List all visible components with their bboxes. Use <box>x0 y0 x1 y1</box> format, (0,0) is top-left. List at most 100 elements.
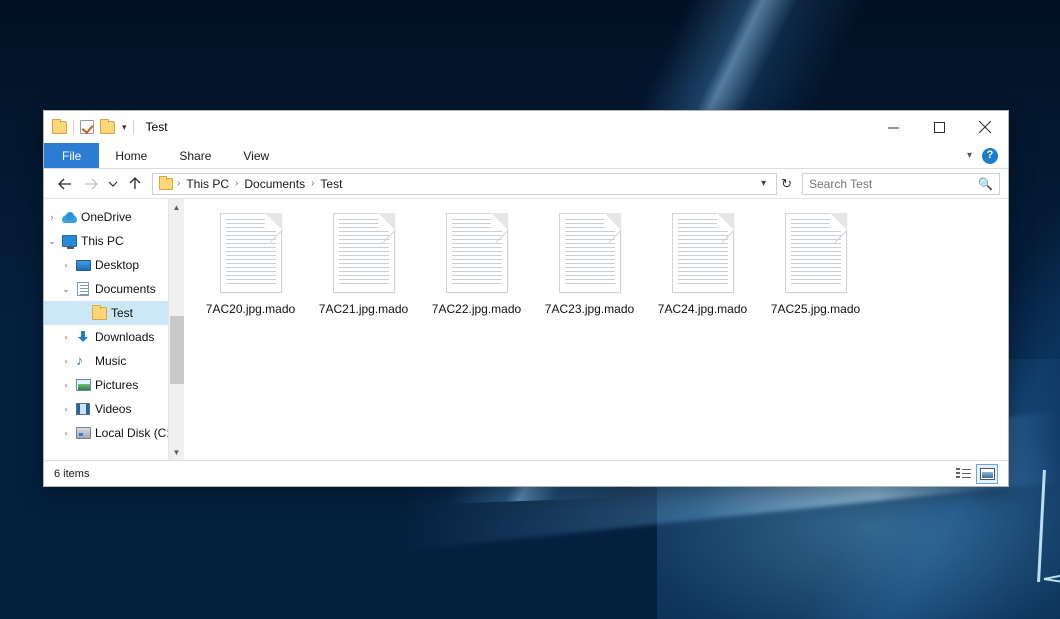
search-icon[interactable]: 🔍 <box>978 177 993 191</box>
file-item[interactable]: 7AC25.jpg.mado <box>759 209 872 333</box>
scrollbar-thumb[interactable] <box>170 316 184 385</box>
documents-icon <box>74 282 92 296</box>
sidebar-item-label: This PC <box>78 234 124 248</box>
videos-icon <box>74 403 92 415</box>
file-name-label: 7AC20.jpg.mado <box>206 302 295 316</box>
sidebar-scrollbar[interactable]: ▲ ▼ <box>168 199 184 460</box>
tab-share[interactable]: Share <box>163 143 227 168</box>
music-icon: ♪ <box>74 354 92 368</box>
disk-icon <box>74 427 92 439</box>
help-icon[interactable]: ? <box>982 148 998 164</box>
new-folder-icon[interactable] <box>100 121 115 134</box>
breadcrumb-separator: › <box>234 178 239 189</box>
sidebar-item-videos[interactable]: › Videos <box>44 397 184 421</box>
sidebar-item-desktop[interactable]: › Desktop <box>44 253 184 277</box>
sidebar-item-music[interactable]: › ♪ Music <box>44 349 184 373</box>
chevron-right-icon[interactable]: › <box>58 380 74 390</box>
file-name-label: 7AC25.jpg.mado <box>771 302 860 316</box>
sidebar-item-label: Videos <box>92 402 131 416</box>
folder-icon[interactable] <box>52 121 67 134</box>
downloads-icon <box>74 330 92 344</box>
explorer-body: › OneDrive ⌄ This PC › Desktop ⌄ <box>44 199 1008 460</box>
chevron-down-icon[interactable]: ▾ <box>122 123 127 132</box>
divider <box>73 120 74 134</box>
desktop: ▾ Test File Home Share View <box>0 0 1060 619</box>
file-item[interactable]: 7AC20.jpg.mado <box>194 209 307 333</box>
chevron-right-icon[interactable]: › <box>58 332 74 342</box>
file-item[interactable]: 7AC24.jpg.mado <box>646 209 759 333</box>
chevron-right-icon[interactable]: › <box>58 356 74 366</box>
breadcrumb-this-pc[interactable]: This PC <box>184 177 231 191</box>
file-name-label: 7AC23.jpg.mado <box>545 302 634 316</box>
folder-icon <box>90 307 108 320</box>
ribbon-spacer <box>285 143 967 168</box>
sidebar-item-local-disk[interactable]: › Local Disk (C:) <box>44 421 184 445</box>
minimize-icon[interactable] <box>870 111 916 143</box>
sidebar-item-label: Local Disk (C:) <box>92 426 174 440</box>
divider <box>133 120 134 134</box>
breadcrumb-separator: › <box>176 178 181 189</box>
file-explorer-window: ▾ Test File Home Share View <box>43 110 1009 487</box>
breadcrumb-test[interactable]: Test <box>318 177 344 191</box>
chevron-down-icon[interactable]: ▾ <box>757 178 770 189</box>
chevron-up-icon[interactable]: ▲ <box>169 199 185 215</box>
address-bar-row: › This PC › Documents › Test ▾ ↻ 🔍 <box>44 169 1008 199</box>
file-item[interactable]: 7AC21.jpg.mado <box>307 209 420 333</box>
window-controls <box>870 111 1008 143</box>
breadcrumb-separator: › <box>310 178 315 189</box>
address-bar[interactable]: › This PC › Documents › Test ▾ <box>152 173 777 195</box>
back-button[interactable] <box>52 172 78 196</box>
large-icons-view-button[interactable] <box>976 464 998 484</box>
refresh-icon[interactable]: ↻ <box>777 176 796 192</box>
chevron-right-icon[interactable]: › <box>58 428 74 438</box>
file-name-label: 7AC24.jpg.mado <box>658 302 747 316</box>
up-button[interactable] <box>122 172 148 196</box>
chevron-right-icon[interactable]: › <box>44 212 60 222</box>
forward-button[interactable] <box>78 172 104 196</box>
chevron-right-icon[interactable]: › <box>58 260 74 270</box>
chevron-down-icon[interactable]: ⌄ <box>44 236 60 247</box>
title-bar: ▾ Test <box>44 111 1008 143</box>
sidebar-item-label: Desktop <box>92 258 139 272</box>
window-title: Test <box>146 120 168 134</box>
navigation-pane: › OneDrive ⌄ This PC › Desktop ⌄ <box>44 199 184 460</box>
file-item[interactable]: 7AC22.jpg.mado <box>420 209 533 333</box>
scrollbar-track[interactable] <box>169 215 185 444</box>
sidebar-item-downloads[interactable]: › Downloads <box>44 325 184 349</box>
checkbox-check-icon[interactable] <box>80 120 94 134</box>
windows-logo-icon <box>960 470 1060 619</box>
close-icon[interactable] <box>962 111 1008 143</box>
sidebar-item-label: Test <box>108 306 133 320</box>
ribbon-tabs: File Home Share View ▾ ? <box>44 143 1008 169</box>
tab-home[interactable]: Home <box>99 143 163 168</box>
ribbon-right-controls: ▾ ? <box>967 143 1008 168</box>
details-view-button[interactable] <box>952 464 974 484</box>
sidebar-item-onedrive[interactable]: › OneDrive <box>44 205 184 229</box>
sidebar-item-test[interactable]: Test <box>44 301 184 325</box>
generic-document-icon <box>785 213 847 293</box>
generic-document-icon <box>446 213 508 293</box>
tab-file[interactable]: File <box>44 143 99 168</box>
file-list-pane[interactable]: 7AC20.jpg.mado 7AC21.jpg.mado 7AC22.jpg.… <box>184 199 1008 460</box>
generic-document-icon <box>333 213 395 293</box>
breadcrumb-documents[interactable]: Documents <box>242 177 307 191</box>
chevron-right-icon[interactable]: › <box>58 404 74 414</box>
file-item[interactable]: 7AC23.jpg.mado <box>533 209 646 333</box>
address-bar-controls: ▾ <box>757 178 772 189</box>
maximize-icon[interactable] <box>916 111 962 143</box>
sidebar-item-documents[interactable]: ⌄ Documents <box>44 277 184 301</box>
search-box[interactable]: 🔍 <box>802 173 1000 195</box>
generic-document-icon <box>220 213 282 293</box>
view-mode-buttons <box>952 464 998 484</box>
pictures-icon <box>74 379 92 391</box>
sidebar-item-pictures[interactable]: › Pictures <box>44 373 184 397</box>
chevron-down-icon[interactable]: ⌄ <box>58 284 74 295</box>
chevron-down-icon[interactable]: ▼ <box>169 444 185 460</box>
sidebar-item-label: Music <box>92 354 126 368</box>
sidebar-item-this-pc[interactable]: ⌄ This PC <box>44 229 184 253</box>
search-input[interactable] <box>809 177 978 191</box>
recent-locations-button[interactable] <box>104 172 122 196</box>
chevron-down-icon[interactable]: ▾ <box>967 150 972 161</box>
sidebar-item-label: Documents <box>92 282 156 296</box>
tab-view[interactable]: View <box>227 143 285 168</box>
